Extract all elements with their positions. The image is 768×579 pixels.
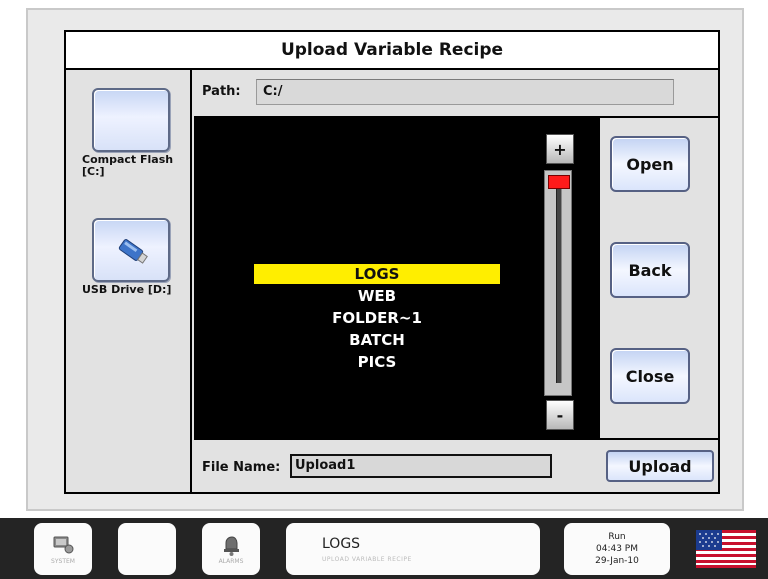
file-list: LOGS WEB FOLDER~1 BATCH PICS + - xyxy=(194,118,598,438)
scroll-groove xyxy=(556,183,562,383)
file-item-logs[interactable]: LOGS xyxy=(254,264,500,284)
status-screen-name: LOGS xyxy=(322,535,361,552)
close-button[interactable]: Close xyxy=(610,348,690,404)
path-field[interactable]: C:/ xyxy=(256,79,674,105)
open-button[interactable]: Open xyxy=(610,136,690,192)
taskbar: SYSTEM ALARMS LOGS UPLOAD VARIABLE RECIP… xyxy=(0,518,768,579)
upload-button[interactable]: Upload xyxy=(606,450,714,482)
clock-date: 29-Jan-10 xyxy=(595,556,639,566)
scroll-thumb[interactable] xyxy=(548,175,570,189)
scroll-up-button[interactable]: + xyxy=(546,134,574,164)
file-item-web[interactable]: WEB xyxy=(254,286,500,306)
status-subtitle: UPLOAD VARIABLE RECIPE xyxy=(322,555,412,563)
file-name-label: File Name: xyxy=(202,460,281,475)
alarms-button[interactable]: ALARMS xyxy=(202,523,260,575)
bell-icon xyxy=(224,535,239,556)
action-panel: Open Back Close xyxy=(598,118,718,438)
clock-time: 04:43 PM xyxy=(596,544,638,554)
compact-flash-label: Compact Flash [C:] xyxy=(82,153,174,178)
upload-recipe-dialog: Upload Variable Recipe Compact Flash [C:… xyxy=(64,30,720,494)
status-display[interactable]: LOGS UPLOAD VARIABLE RECIPE xyxy=(286,523,540,575)
back-button[interactable]: Back xyxy=(610,242,690,298)
compact-flash-button[interactable] xyxy=(92,88,170,152)
scroll-down-button[interactable]: - xyxy=(546,400,574,430)
system-button[interactable]: SYSTEM xyxy=(34,523,92,575)
alarms-button-label: ALARMS xyxy=(218,557,244,565)
blank-button[interactable] xyxy=(118,523,176,575)
file-item-folder1[interactable]: FOLDER~1 xyxy=(254,308,500,328)
usb-drive-label: USB Drive [D:] xyxy=(82,283,172,296)
system-icon xyxy=(53,536,74,553)
usb-drive-icon xyxy=(118,239,148,264)
us-flag-icon[interactable] xyxy=(696,530,756,568)
usb-drive-button[interactable] xyxy=(92,218,170,282)
drive-panel: Compact Flash [C:] USB Drive [D:] xyxy=(66,70,192,492)
scroll-track[interactable] xyxy=(544,170,572,396)
path-row: Path: C:/ xyxy=(194,70,718,118)
path-label: Path: xyxy=(202,84,241,99)
file-name-input[interactable]: Upload1 xyxy=(290,454,552,478)
file-item-batch[interactable]: BATCH xyxy=(254,330,500,350)
file-name-row: File Name: Upload1 Upload xyxy=(194,438,718,492)
dialog-title: Upload Variable Recipe xyxy=(66,32,718,70)
system-button-label: SYSTEM xyxy=(51,557,75,565)
file-item-pics[interactable]: PICS xyxy=(254,352,500,372)
clock-display[interactable]: Run 04:43 PM 29-Jan-10 xyxy=(564,523,670,575)
run-mode: Run xyxy=(608,532,626,542)
